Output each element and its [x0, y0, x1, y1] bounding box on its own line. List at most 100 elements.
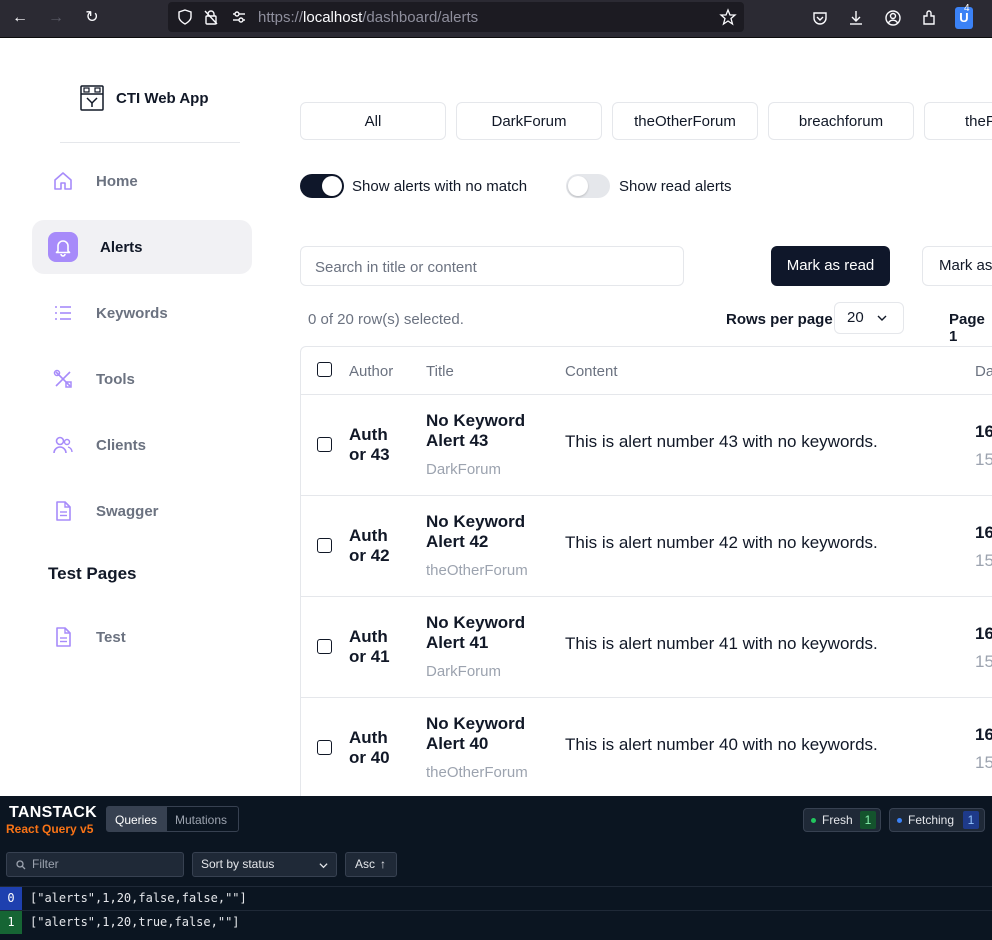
table-row[interactable]: Auth or 42 No Keyword Alert 42 theOtherFor…	[301, 495, 992, 597]
sidebar-item-keywords[interactable]: Keywords	[32, 286, 252, 340]
chevron-down-icon	[877, 315, 887, 321]
row-checkbox[interactable]	[317, 538, 332, 553]
devtools-sort-order-button[interactable]: Asc ↑	[345, 852, 397, 877]
column-header-date[interactable]: Da	[975, 363, 992, 380]
show-read-toggle[interactable]	[566, 174, 610, 198]
tab-queries[interactable]: Queries	[106, 806, 167, 832]
extensions-icon[interactable]	[920, 9, 938, 27]
fresh-count: 1	[860, 811, 876, 829]
sidebar-item-tools[interactable]: Tools	[32, 352, 252, 406]
document-icon	[52, 626, 74, 648]
fetching-dot-icon	[897, 818, 902, 823]
devtools-sort-select[interactable]: Sort by status	[192, 852, 337, 877]
mark-as-read-button[interactable]: Mark as read	[771, 246, 890, 286]
forum-label: DarkForum	[426, 663, 502, 680]
alerts-table: Author Title Content Da Auth or 43 No Key…	[300, 346, 992, 796]
query-row[interactable]: 0 ["alerts",1,20,false,false,""]	[0, 886, 992, 910]
author-cell: Auth or 43	[349, 425, 390, 464]
site-settings-icon[interactable]	[230, 8, 248, 26]
forum-label: theOtherForum	[426, 562, 528, 579]
date-cell: 16	[975, 624, 992, 643]
download-icon[interactable]	[847, 9, 865, 27]
query-row[interactable]: 1 ["alerts",1,20,true,false,""]	[0, 910, 992, 934]
address-bar[interactable]: https://localhost/dashboard/alerts	[168, 2, 744, 32]
column-header-content[interactable]: Content	[565, 363, 618, 380]
content-cell: This is alert number 40 with no keywords…	[565, 735, 878, 754]
select-all-checkbox[interactable]	[317, 362, 332, 377]
table-row[interactable]: Auth or 40 No Keyword Alert 40 theOtherFor…	[301, 697, 992, 796]
column-header-title[interactable]: Title	[426, 363, 454, 380]
sidebar-item-test[interactable]: Test	[32, 610, 252, 664]
filter-tab-breachforum[interactable]: breachforum	[768, 102, 914, 140]
bell-icon	[48, 232, 78, 262]
search-box	[300, 246, 684, 287]
sidebar-item-clients[interactable]: Clients	[32, 418, 252, 472]
fetching-badge[interactable]: Fetching 1	[889, 808, 985, 832]
content-cell: This is alert number 43 with no keywords…	[565, 432, 878, 451]
sidebar-item-label: Alerts	[100, 238, 143, 256]
react-query-devtools: TANSTACK React Query v5 Queries Mutation…	[0, 796, 992, 940]
time-cell: 15	[975, 551, 992, 570]
author-cell: Auth or 40	[349, 728, 390, 767]
date-cell: 16	[975, 422, 992, 441]
search-input[interactable]	[313, 247, 677, 287]
sidebar-item-label: Clients	[96, 436, 147, 454]
sidebar-item-home[interactable]: Home	[32, 154, 252, 208]
devtools-logo-top: TANSTACK	[9, 804, 98, 821]
forum-label: theOtherForum	[426, 764, 528, 781]
filter-tab-all[interactable]: All	[300, 102, 446, 140]
url-text: https://localhost/dashboard/alerts	[258, 9, 479, 26]
tab-mutations[interactable]: Mutations	[166, 806, 239, 832]
devtools-logo-bottom: React Query v5	[6, 822, 94, 836]
filter-tab-darkforum[interactable]: DarkForum	[456, 102, 602, 140]
column-header-author[interactable]: Author	[349, 363, 393, 380]
time-cell: 15	[975, 652, 992, 671]
table-row[interactable]: Auth or 43 No Keyword Alert 43 DarkForum T…	[301, 394, 992, 496]
query-key: ["alerts",1,20,false,false,""]	[30, 891, 247, 905]
filter-tab-thef[interactable]: theF	[924, 102, 992, 140]
date-cell: 16	[975, 523, 992, 542]
sidebar-item-label: Test	[96, 628, 126, 646]
fetching-count: 1	[963, 811, 979, 829]
title-cell: No Keyword Alert 40	[426, 714, 526, 753]
fresh-dot-icon	[811, 818, 816, 823]
devtools-filter-input[interactable]: Filter	[6, 852, 184, 877]
account-icon[interactable]	[884, 9, 902, 27]
row-checkbox[interactable]	[317, 639, 332, 654]
query-observer-count: 0	[0, 887, 22, 910]
extension-badge: 4	[964, 3, 970, 14]
main-content: All DarkForum theOtherForum breachforum …	[280, 38, 992, 796]
lock-icon	[204, 10, 218, 25]
table-row[interactable]: Auth or 41 No Keyword Alert 41 DarkForum T…	[301, 596, 992, 698]
mark-as-unread-button[interactable]: Mark as	[922, 246, 992, 286]
date-cell: 16	[975, 725, 992, 744]
author-cell: Auth or 41	[349, 627, 390, 666]
forward-arrow-icon[interactable]: →	[46, 8, 66, 28]
title-cell: No Keyword Alert 41	[426, 613, 526, 652]
sidebar-item-label: Swagger	[96, 502, 159, 520]
selection-count: 0 of 20 row(s) selected.	[308, 311, 464, 328]
row-checkbox[interactable]	[317, 740, 332, 755]
app-title: CTI Web App	[116, 89, 209, 107]
show-no-match-toggle[interactable]	[300, 174, 344, 198]
reload-icon[interactable]: ↻	[82, 8, 102, 28]
sidebar-item-alerts[interactable]: Alerts	[32, 220, 252, 274]
title-cell: No Keyword Alert 43	[426, 411, 526, 450]
section-title-test-pages: Test Pages	[48, 564, 137, 583]
row-checkbox[interactable]	[317, 437, 332, 452]
query-observer-count: 1	[0, 911, 22, 934]
pocket-icon[interactable]	[811, 9, 829, 27]
content-cell: This is alert number 42 with no keywords…	[565, 533, 878, 552]
back-arrow-icon[interactable]: ←	[10, 8, 30, 28]
fresh-badge[interactable]: Fresh 1	[803, 808, 881, 832]
brand[interactable]: CTI Web App	[80, 84, 209, 112]
title-cell: No Keyword Alert 42	[426, 512, 526, 551]
page-indicator: Page 1	[949, 311, 985, 345]
bookmark-star-icon[interactable]	[719, 8, 737, 26]
filter-tab-theotherforum[interactable]: theOtherForum	[612, 102, 758, 140]
shield-icon	[178, 9, 192, 25]
sidebar-item-swagger[interactable]: Swagger	[32, 484, 252, 538]
sidebar-item-label: Home	[96, 172, 138, 190]
rows-per-page-select[interactable]: 20	[834, 302, 904, 334]
sidebar-item-label: Keywords	[96, 304, 168, 322]
